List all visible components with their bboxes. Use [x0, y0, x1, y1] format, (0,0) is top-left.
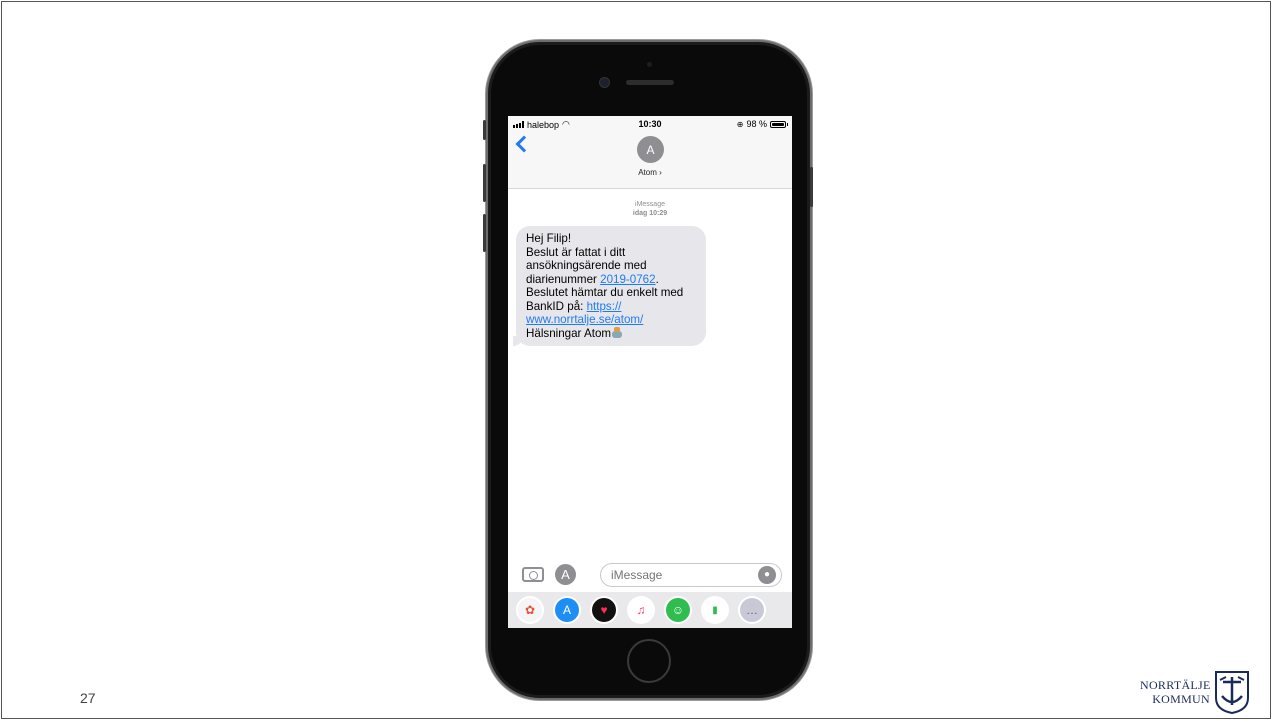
photos-app-icon[interactable]: ✿ — [518, 598, 542, 622]
service-label: iMessage — [635, 201, 665, 208]
input-bar: A ● — [508, 559, 792, 589]
phone-frame: halebop ◠ 10:30 ⊕ 98 % A Atom › iMessage… — [483, 40, 813, 700]
home-button[interactable] — [627, 639, 671, 683]
app-store-app-icon[interactable]: A — [555, 598, 579, 622]
phone-screen: halebop ◠ 10:30 ⊕ 98 % A Atom › iMessage… — [508, 116, 792, 628]
contact-avatar[interactable]: A — [637, 136, 664, 163]
message-line: Hej Filip! — [526, 232, 572, 245]
message-line: Beslut är fattat i ditt — [526, 245, 626, 259]
anchor-seal-icon — [1215, 671, 1249, 714]
message-line: ansökningsärende med — [526, 259, 647, 272]
contact-name[interactable]: Atom › — [508, 168, 792, 177]
volume-up-button — [483, 164, 486, 202]
camera-icon[interactable] — [522, 567, 544, 582]
stats-app-icon[interactable]: ▮ — [703, 598, 727, 622]
status-bar: halebop ◠ 10:30 ⊕ 98 % — [508, 116, 792, 132]
message-text: diarienummer — [526, 272, 597, 286]
chat-header: A Atom › — [508, 132, 792, 189]
message-text: BankID på: — [526, 299, 584, 313]
message-line: Beslutet hämtar du enkelt med — [526, 286, 684, 299]
earpiece — [626, 80, 674, 85]
power-button — [810, 167, 813, 207]
message-line: www.norrtalje.se/atom/ — [526, 313, 698, 327]
url-link[interactable]: https:// — [587, 300, 622, 313]
message-text: Hälsningar Atom — [526, 326, 612, 340]
norrtalje-kommun-logo: NORRTÄLJE KOMMUN — [1140, 670, 1256, 716]
proximity-sensor — [647, 62, 652, 67]
app-drawer: ✿ A ♥ ♫ ☺ ▮ … — [508, 592, 792, 628]
message-line: Hälsningar Atom — [526, 326, 698, 341]
more-app-icon[interactable]: … — [740, 598, 764, 622]
message-line: BankID på: https:// — [526, 300, 698, 314]
mute-switch — [483, 120, 486, 140]
battery-icon — [770, 120, 788, 128]
volume-down-button — [483, 214, 486, 252]
logo-text: NORRTÄLJE KOMMUN — [1140, 678, 1210, 706]
logo-line1: NORRTÄLJE — [1140, 678, 1211, 692]
url-link[interactable]: www.norrtalje.se/atom/ — [526, 313, 643, 326]
orientation-lock-icon: ⊕ — [736, 119, 744, 129]
message-timestamp: idag 10:29 — [632, 210, 668, 217]
microphone-icon[interactable]: ● — [758, 566, 776, 584]
robot-emoji-icon — [611, 326, 623, 338]
digital-touch-app-icon[interactable]: ♥ — [592, 598, 616, 622]
imessage-input[interactable] — [600, 563, 782, 587]
message-meta: iMessage idag 10:29 — [508, 200, 792, 218]
back-chevron-icon[interactable] — [515, 135, 533, 153]
message-line: diarienummer 2019-0762. — [526, 273, 698, 287]
message-text: . — [655, 272, 659, 286]
message-bubble: Hej Filip! Beslut är fattat i ditt ansök… — [513, 226, 706, 346]
app-store-icon[interactable]: A — [555, 564, 576, 585]
front-camera — [600, 78, 609, 87]
logo-line2: KOMMUN — [1152, 692, 1210, 706]
case-number-link[interactable]: 2019-0762 — [600, 273, 655, 286]
slide: halebop ◠ 10:30 ⊕ 98 % A Atom › iMessage… — [1, 1, 1271, 719]
messages-app-icon[interactable]: ☺ — [666, 598, 690, 622]
music-app-icon[interactable]: ♫ — [629, 598, 653, 622]
page-number: 27 — [80, 690, 96, 706]
battery-label: 98 % — [746, 119, 767, 129]
